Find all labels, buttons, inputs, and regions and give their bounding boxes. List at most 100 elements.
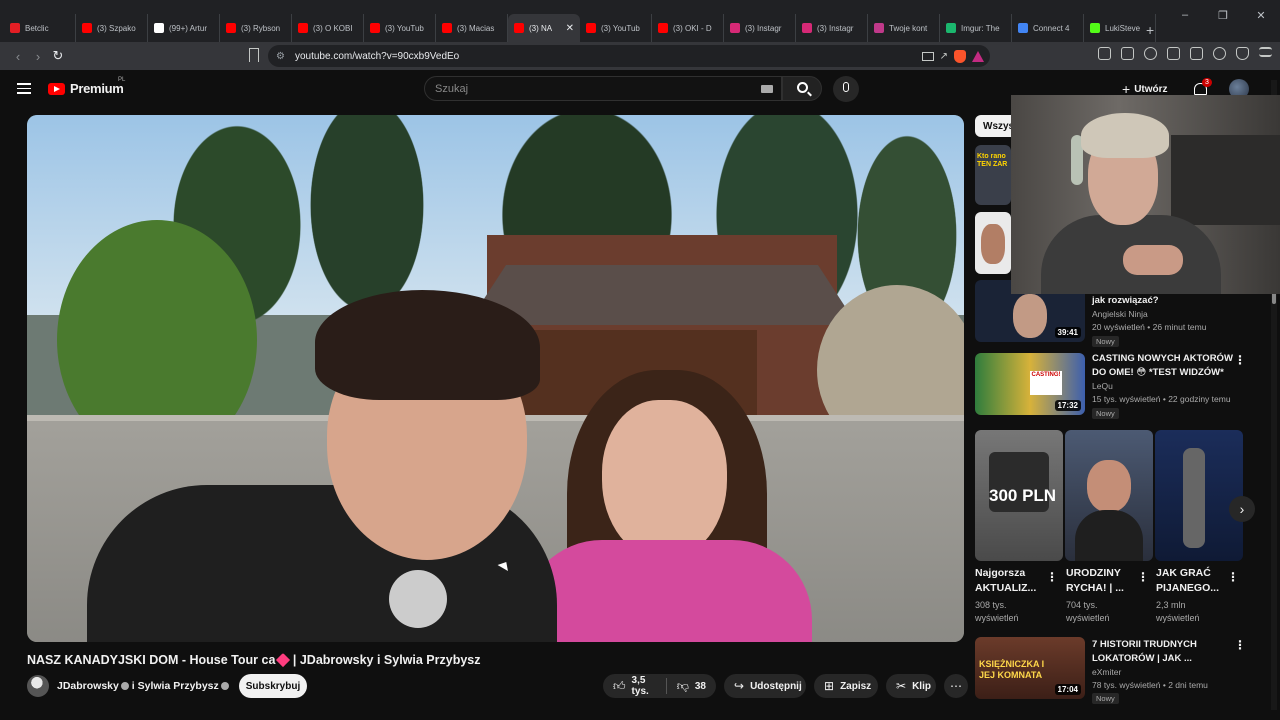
bookmark-icon[interactable] [249,48,259,62]
browser-tab[interactable]: (3) Instagr [796,14,868,42]
forward-icon[interactable]: › [28,49,48,64]
short-title-1a[interactable]: Najgorsza [975,566,1025,581]
tab-favicon-icon [946,23,956,33]
related-channel-3[interactable]: eXmiter [1092,666,1121,679]
browser-tab[interactable]: (99+) Artur [148,14,220,42]
video-person-woman [522,370,812,642]
keyboard-icon[interactable] [761,85,773,93]
search-icon [797,82,808,93]
site-settings-icon[interactable]: ⚙ [276,51,285,62]
url-field[interactable]: ⚙ youtube.com/watch?v=90cxb9VedEo ↗ [268,45,990,67]
channel-avatar[interactable] [27,675,49,697]
install-icon[interactable] [921,51,934,61]
browser-tab[interactable]: Imgur: The [940,14,1012,42]
reload-icon[interactable]: ↻ [48,48,68,64]
sidebar-toggle-icon[interactable] [1167,47,1180,60]
related-thumb-2[interactable]: CASTING! 17:32 [975,353,1085,415]
related-menu-icon[interactable]: ⋮ [1234,353,1246,367]
subscribe-button[interactable]: Subskrybuj [239,674,307,698]
brave-rewards-icon[interactable] [972,50,984,62]
window-controls: – ❐ ✕ [1166,0,1280,30]
wallet-icon[interactable] [1190,47,1203,60]
tab-favicon-icon [658,23,668,33]
related-thumb-3[interactable]: KSIĘŻNICZKA I JEJ KOMNATA 17:04 [975,637,1085,699]
extension-icon[interactable] [1098,47,1111,60]
new-badge: Nowy [1092,693,1119,704]
thumbs-down-icon[interactable]: 👎︎ [677,679,689,694]
save-label: Zapisz [840,680,872,692]
back-icon[interactable]: ‹ [8,49,28,64]
related-channel-2[interactable]: LeQu [1092,380,1113,393]
new-tab-button[interactable]: + [1146,22,1154,38]
channel-name[interactable]: JDabrowsky i Sylwia Przybysz [57,680,229,692]
browser-tab[interactable]: Twoje kont [868,14,940,42]
short-thumb-1[interactable]: 300 PLN [975,430,1063,561]
browser-tab[interactable]: Betclic [4,14,76,42]
related-meta-1: 20 wyświetleń • 26 minut temu [1092,322,1207,332]
thumbs-up-icon[interactable]: 👍︎ [613,679,626,694]
related-title-3a[interactable]: 7 HISTORII TRUDNYCH [1092,638,1197,651]
voice-search-button[interactable] [833,76,859,102]
youtube-premium-logo[interactable]: Premium PL [48,77,125,96]
scissors-icon: ✂ [896,679,907,693]
vpn-icon[interactable] [1236,47,1249,60]
microphone-windscreen [389,570,447,628]
leo-icon[interactable] [1213,47,1226,60]
browser-tab[interactable]: (3) Instagr [724,14,796,42]
notification-count-badge: 3 [1202,78,1212,87]
video-player[interactable] [27,115,964,642]
logo-region: PL [118,77,126,83]
menu-icon[interactable] [1259,47,1272,57]
related-menu-icon[interactable]: ⋮ [1234,638,1246,652]
short-title-1b[interactable]: AKTUALIZ... [975,581,1036,596]
related-thumb-partial-2[interactable] [975,212,1011,274]
related-thumb-partial-1[interactable]: Kto rano TEN ZAR [975,145,1011,205]
related-title-2b[interactable]: DO OME! 😳 *TEST WIDZÓW* [1092,366,1224,379]
short-title-2a[interactable]: URODZINY [1066,566,1121,581]
browser-tab[interactable]: (3) Macias [436,14,508,42]
close-window-button[interactable]: ✕ [1242,9,1280,22]
short-views-1a: 308 tys. [975,600,1007,610]
minimize-button[interactable]: – [1166,9,1204,21]
browser-tab[interactable]: (3) O KOBI [292,14,364,42]
restore-button[interactable]: ❐ [1204,9,1242,22]
short-menu-icon[interactable]: ⋮ [1046,570,1058,584]
tab-label: Betclic [25,23,49,33]
browser-tab[interactable]: (3) YouTub [580,14,652,42]
close-tab-icon[interactable]: ✕ [566,23,574,34]
more-actions-button[interactable]: ⋯ [944,674,968,698]
short-title-3a[interactable]: JAK GRAĆ [1156,566,1211,581]
search-input[interactable]: Szukaj [424,76,782,101]
like-count[interactable]: 3,5 tys. [632,675,656,697]
related-title-2a[interactable]: CASTING NOWYCH AKTORÓW [1092,352,1233,365]
related-title-1[interactable]: jak rozwiązać? [1092,294,1159,307]
short-thumb-2[interactable] [1065,430,1153,561]
browser-tab[interactable]: (3) Szpako [76,14,148,42]
share-label: Udostępnij [750,680,802,692]
clip-button[interactable]: ✂ Klip [886,674,936,698]
search-button[interactable] [782,76,822,101]
short-title-2b[interactable]: RYCHA! | ... [1066,581,1124,596]
browser-tab[interactable]: (3) Rybson [220,14,292,42]
short-menu-icon[interactable]: ⋮ [1137,570,1149,584]
dislike-count[interactable]: 38 [695,681,706,692]
short-thumb-3[interactable] [1155,430,1243,561]
screenshot-icon[interactable] [1121,47,1134,60]
address-bar-row: ‹ › ↻ ⚙ youtube.com/watch?v=90cxb9VedEo … [0,42,1280,70]
short-menu-icon[interactable]: ⋮ [1227,570,1239,584]
shelf-next-button[interactable]: › [1229,496,1255,522]
short-title-3b[interactable]: PIJANEGO... [1156,581,1219,596]
browser-tab[interactable]: (3) NA ✕ [508,14,580,42]
share-button[interactable]: ↪ Udostępnij [724,674,806,698]
related-channel-1[interactable]: Angielski Ninja [1092,308,1148,321]
music-icon[interactable] [1144,47,1157,60]
browser-tab[interactable]: (3) YouTub [364,14,436,42]
share-icon[interactable]: ↗ [940,51,948,62]
guide-menu-icon[interactable] [17,83,31,94]
browser-tab[interactable]: (3) OKI - D [652,14,724,42]
brave-shield-icon[interactable] [954,49,966,63]
save-button[interactable]: ⊞ Zapisz [814,674,878,698]
browser-tab[interactable]: Connect 4 [1012,14,1084,42]
related-title-3b[interactable]: LOKATORÓW | JAK ... [1092,652,1192,665]
tab-label: (3) YouTub [601,23,640,33]
